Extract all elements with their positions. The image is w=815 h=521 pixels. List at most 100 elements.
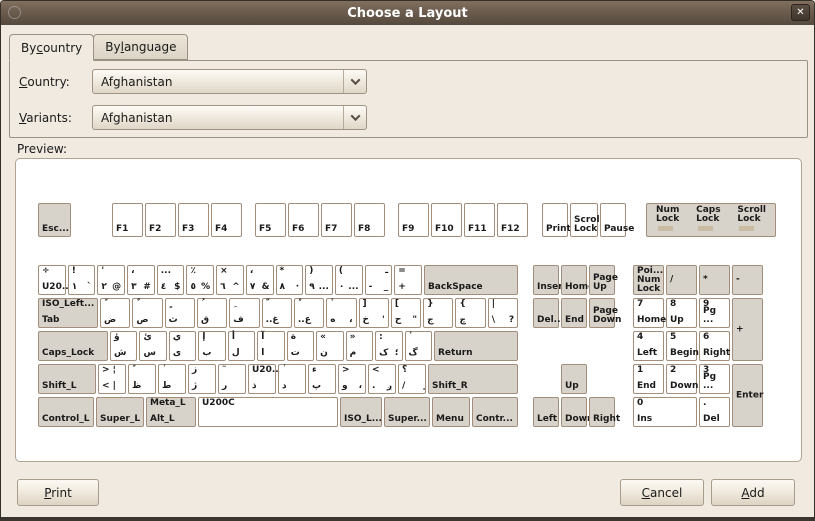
key-label: Right	[703, 348, 731, 358]
key-label: ظ	[132, 381, 142, 391]
key-label: Left	[537, 414, 558, 424]
tab-by-country[interactable]: By c ountry	[9, 34, 95, 61]
key-label: F3	[182, 224, 195, 234]
key-label: Poi... Num Lock	[637, 266, 664, 294]
variants-row: Variants: Afghanistan	[19, 105, 367, 130]
key-glyph: -	[732, 265, 763, 295]
key-label: ...	[160, 266, 172, 276]
key-glyph: ئس	[139, 331, 167, 361]
key-glyph: {چ	[455, 298, 486, 328]
key-page-up: Page Up	[589, 265, 618, 295]
key-label: 2	[670, 365, 677, 375]
keyboard-preview: Esc... F1 F2 F3 F4 F5 F6 F7 F8 F9 F10 F11 F12 Print Sc…	[15, 158, 802, 462]
led-label: Scroll Lock	[737, 205, 766, 224]
key-glyph: ؤش	[110, 331, 138, 361]
key-label: Menu	[436, 414, 464, 424]
key-shift-r: Shift_R	[428, 364, 518, 394]
key-label: *	[703, 274, 708, 285]
key-glyph: ـ - _	[364, 265, 393, 295]
key-label: ق	[200, 315, 209, 325]
variants-dropdown-button[interactable]	[343, 106, 366, 129]
nav-key-cluster: Insert Home Page Up Del... End Page Down Up Lef…	[533, 265, 621, 430]
key-label: F1	[116, 224, 129, 234]
key-label: ـ	[385, 266, 389, 276]
key-glyph: ُق	[196, 298, 228, 328]
key-glyph: أل	[227, 331, 256, 361]
key-pg: 9 Pg ...	[699, 298, 730, 328]
key-end: End	[561, 298, 587, 328]
keyboard-row-3: Caps_Lockؤشئسيیإبألآاةت«ن»م:ک؛ٔگReturn	[38, 331, 518, 361]
key-label: ISO_L...	[344, 414, 382, 424]
key-label: 7	[637, 299, 644, 309]
key-label: ک	[379, 348, 389, 358]
key-glyph: } ج	[423, 298, 454, 328]
key-return: Return	[433, 331, 518, 361]
key-glyph: +	[732, 298, 763, 361]
key-print: Print	[542, 203, 571, 237]
key-label: 5	[670, 332, 677, 342]
country-value: Afghanistan	[101, 74, 173, 89]
tab-by-language[interactable]: By l anguage	[93, 34, 189, 60]
key-glyph: ةت	[286, 331, 315, 361]
key-label: «	[320, 332, 326, 342]
keyboard-row-5: Control_L Super_L Meta_L Alt_L U200C ISO_L...…	[38, 397, 518, 427]
led-indicator	[658, 226, 673, 231]
variants-combobox[interactable]: Afghanistan	[92, 105, 367, 130]
key-label: ئ	[143, 332, 152, 342]
tab-label-mnemonic: c	[36, 40, 43, 55]
window-title: Choose a Layout	[347, 5, 468, 21]
key-glyph: <. ږ	[368, 364, 396, 394]
key-label: ض	[104, 315, 117, 325]
tab-label: anguage	[123, 40, 177, 54]
key-label: }	[427, 299, 434, 309]
key-label: ،	[249, 266, 254, 276]
key-label: |	[491, 299, 496, 309]
key-label: Up	[565, 381, 579, 391]
button-label: Cancel	[642, 486, 683, 500]
fkey-group: F1 F2 F3 F4	[112, 203, 242, 237]
led-num-lock: Num Lock	[656, 206, 679, 236]
key-label: Shift_R	[432, 381, 468, 391]
key-super-l: Super_L	[96, 397, 144, 427]
key-end: 1 End	[633, 364, 664, 394]
key-glyph: ) ٩...	[305, 265, 333, 295]
function-key-row: Esc... F1 F2 F3 F4 F5 F6 F7 F8 F9 F10 F11 F12 Print Sc…	[38, 203, 801, 237]
key-label: *	[279, 266, 285, 276]
country-dropdown-button[interactable]	[343, 70, 366, 93]
numpad-cluster: Poi... Num Lock / * - 7 Home 8 Up 9 Pg ... +4 Left 5…	[633, 265, 763, 430]
key-label: 1	[637, 365, 644, 375]
key-label: #	[143, 282, 151, 292]
key-insert: Insert	[533, 265, 567, 295]
button-label-rest: dd	[749, 485, 765, 500]
key-glyph: × ٦ ^	[216, 265, 244, 295]
titlebar[interactable]: Choose a Layout ✕	[1, 1, 814, 25]
window-menu-icon[interactable]	[8, 6, 21, 19]
country-combobox[interactable]: Afghanistan	[92, 69, 367, 94]
key-label: ح	[394, 315, 402, 325]
key-label: ة	[290, 332, 297, 342]
key-label: ج	[427, 315, 434, 325]
key-label: ]	[362, 299, 367, 309]
print-button[interactable]: Print	[17, 479, 99, 506]
button-label-rest: rint	[51, 485, 72, 500]
key-label: Contr...	[476, 414, 513, 424]
key-glyph: ] خ '	[358, 298, 389, 328]
key-label: Esc...	[42, 224, 70, 234]
key-alt-l: Meta_L Alt_L	[146, 397, 196, 427]
close-button[interactable]: ✕	[791, 4, 810, 21]
add-button[interactable]: Add	[711, 479, 795, 506]
key-label: إ	[202, 332, 206, 342]
cancel-button[interactable]: Cancel	[620, 479, 704, 506]
key-glyph: إب	[198, 331, 226, 361]
key-glyph: ... ٤ $	[156, 265, 185, 295]
keyboard-row-2: ISO_Left...Tabًضٌصٍثُقِفّ..غْ..عٔه،]خ'[ح…	[38, 298, 519, 328]
led-label: Num Lock	[656, 205, 680, 224]
key-label: @	[112, 282, 122, 292]
key-glyph: «ن	[316, 331, 344, 361]
key-label: ٢	[101, 282, 107, 292]
key-glyph: زژ	[188, 364, 216, 394]
key-label: ٦	[220, 282, 226, 292]
key-label: ×	[220, 266, 228, 276]
chevron-down-icon	[350, 75, 360, 86]
key-label: F4	[215, 224, 228, 234]
